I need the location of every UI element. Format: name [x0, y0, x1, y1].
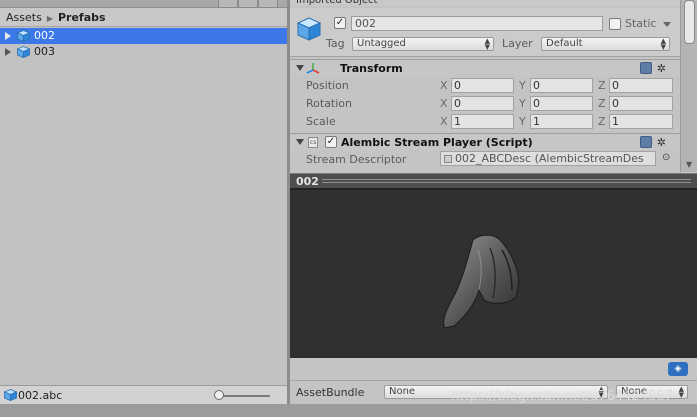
transform-axes-icon — [306, 63, 320, 74]
script-component-header[interactable]: cs ✓ Alembic Stream Player (Script) ✲ — [290, 133, 680, 150]
asset-labels-icon[interactable]: ◈ — [668, 362, 688, 376]
asset-file-icon — [4, 389, 17, 401]
layer-dropdown[interactable]: Default ▲ ▼ — [541, 37, 670, 51]
static-checkbox[interactable] — [609, 18, 621, 30]
icon-size-slider-thumb[interactable] — [214, 390, 224, 400]
tag-label: Tag — [326, 37, 345, 50]
object-header: ✓ 002 Static Tag Untagged ▲ ▼ Layer Defau… — [290, 8, 680, 57]
project-toolbar — [0, 0, 287, 8]
axis-x-label: X — [440, 97, 448, 110]
filter-by-type-button[interactable] — [218, 0, 238, 8]
gear-icon[interactable]: ✲ — [657, 60, 666, 77]
script-file-icon: cs — [308, 137, 318, 148]
script-component-title: Alembic Stream Player (Script) — [341, 136, 533, 149]
scroll-down-icon[interactable]: ▼ — [686, 160, 692, 169]
static-label: Static — [625, 17, 657, 30]
static-dropdown-arrow-icon[interactable] — [663, 22, 671, 27]
preview-viewport[interactable] — [290, 188, 697, 358]
rotation-y-field[interactable]: 0 — [530, 96, 593, 111]
help-book-icon[interactable] — [640, 136, 652, 148]
field-label: Position — [306, 79, 349, 92]
file-item-003[interactable]: 003 — [0, 44, 287, 60]
scrollbar-thumb[interactable] — [684, 0, 695, 44]
transform-row-position: Position X 0 Y 0 Z 0 — [290, 76, 680, 94]
stream-descriptor-value: 002_ABCDesc (AlembicStreamDes — [455, 152, 644, 165]
help-book-icon[interactable] — [640, 62, 652, 74]
active-checkbox[interactable]: ✓ — [334, 17, 346, 29]
favorite-star-button[interactable] — [258, 0, 278, 8]
prefab-cube-icon — [17, 46, 30, 58]
stream-descriptor-field[interactable]: 002_ABCDesc (AlembicStreamDes — [440, 151, 656, 166]
project-footer: 002.abc — [0, 385, 287, 404]
watermark-text: https://blog.csdn.net/u764424567 — [451, 389, 673, 404]
object-name-field[interactable]: 002 — [351, 16, 603, 31]
layer-label: Layer — [502, 37, 533, 50]
file-item-002[interactable]: 002 — [0, 28, 287, 44]
selected-file-path: 002.abc — [18, 389, 63, 402]
transform-title: Transform — [340, 62, 403, 75]
axis-z-label: Z — [598, 97, 606, 110]
transform-row-rotation: Rotation X 0 Y 0 Z 0 — [290, 94, 680, 112]
axis-z-label: Z — [598, 79, 606, 92]
rotation-z-field[interactable]: 0 — [609, 96, 673, 111]
rotation-x-field[interactable]: 0 — [451, 96, 514, 111]
script-enabled-checkbox[interactable]: ✓ — [325, 136, 337, 148]
scale-z-field[interactable]: 1 — [609, 114, 673, 129]
tag-dropdown[interactable]: Untagged ▲ ▼ — [352, 37, 494, 51]
breadcrumb-prefabs[interactable]: Prefabs — [58, 11, 106, 24]
asset-object-icon — [444, 155, 452, 163]
expand-arrow-icon[interactable] — [5, 48, 11, 56]
project-panel: Assets ▶ Prefabs 002 003 002.abc — [0, 0, 287, 417]
axis-y-label: Y — [519, 97, 526, 110]
bottom-status-strip — [0, 404, 697, 417]
position-y-field[interactable]: 0 — [530, 78, 593, 93]
scale-x-field[interactable]: 1 — [451, 114, 514, 129]
prefab-object-icon — [296, 17, 322, 41]
assetbundle-value: None — [389, 386, 416, 397]
tag-value: Untagged — [357, 38, 406, 49]
position-z-field[interactable]: 0 — [609, 78, 673, 93]
file-name: 003 — [34, 45, 55, 58]
field-label: Scale — [306, 115, 336, 128]
scale-y-field[interactable]: 1 — [530, 114, 593, 129]
expand-arrow-icon[interactable] — [5, 32, 11, 40]
axis-x-label: X — [440, 79, 448, 92]
foldout-arrow-icon[interactable] — [296, 65, 304, 71]
axis-y-label: Y — [519, 79, 526, 92]
field-label: Rotation — [306, 97, 353, 110]
breadcrumb-separator-icon: ▶ — [46, 14, 53, 23]
dropdown-arrows-icon: ▲ ▼ — [484, 37, 490, 51]
drag-grip-line — [322, 179, 691, 180]
foldout-arrow-icon[interactable] — [296, 139, 304, 145]
dropdown-arrows-icon: ▲ ▼ — [660, 37, 666, 51]
preview-header[interactable]: 002 — [290, 173, 697, 188]
inspector-panel: Imported Object ▼ ✓ 002 Static Tag Untag… — [290, 0, 697, 404]
transform-row-scale: Scale X 1 Y 1 Z 1 — [290, 112, 680, 130]
filter-by-label-button[interactable] — [238, 0, 258, 8]
prefab-cube-icon — [17, 30, 30, 42]
drag-grip-line — [322, 182, 691, 183]
file-name: 002 — [34, 29, 55, 42]
icon-size-slider[interactable] — [216, 395, 270, 397]
inspector-scrollbar[interactable]: ▼ — [680, 0, 697, 172]
assetbundle-label: AssetBundle — [296, 386, 365, 399]
dropdown-arrows-icon: ▲ ▼ — [678, 385, 684, 399]
axis-z-label: Z — [598, 115, 606, 128]
stream-descriptor-label: Stream Descriptor — [306, 153, 407, 166]
position-x-field[interactable]: 0 — [451, 78, 514, 93]
breadcrumb: Assets ▶ Prefabs — [0, 8, 287, 27]
object-picker-icon[interactable]: ⊙ — [662, 152, 670, 163]
jacket-model-preview — [443, 234, 520, 329]
transform-header[interactable]: Transform ✲ — [290, 59, 680, 76]
gear-icon[interactable]: ✲ — [657, 134, 666, 151]
breadcrumb-assets[interactable]: Assets — [6, 11, 42, 24]
inspector-title-cut: Imported Object — [290, 0, 680, 6]
axis-y-label: Y — [519, 115, 526, 128]
stream-descriptor-row: Stream Descriptor 002_ABCDesc (AlembicSt… — [290, 150, 680, 168]
preview-title: 002 — [296, 175, 319, 188]
axis-x-label: X — [440, 115, 448, 128]
layer-value: Default — [546, 38, 583, 49]
